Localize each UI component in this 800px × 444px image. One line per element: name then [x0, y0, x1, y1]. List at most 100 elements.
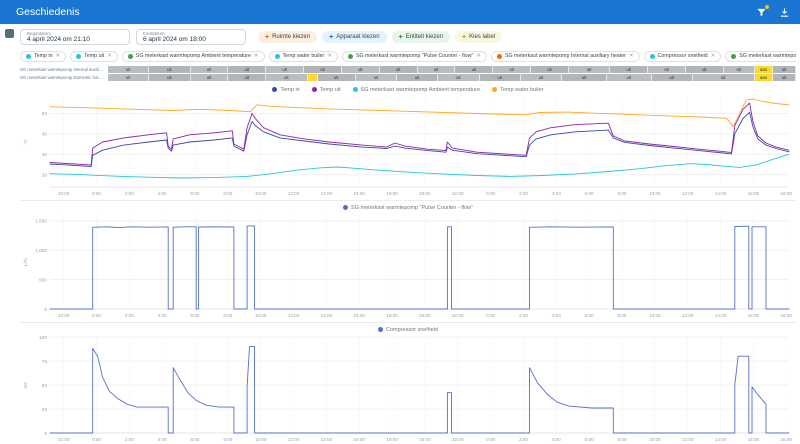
- start-date-field[interactable]: Begindatum 4 april 2024 om 21:10: [20, 29, 130, 45]
- entity-chip[interactable]: SG meterkast warmtepomp Ambient temperat…: [121, 50, 265, 62]
- timeline-state-label: uit: [320, 67, 325, 72]
- entity-icon: [347, 53, 353, 59]
- timeline-segment[interactable]: [307, 74, 318, 81]
- timeline-segment[interactable]: uit: [341, 66, 380, 73]
- timeline-segment[interactable]: uit: [773, 66, 796, 73]
- legend-item[interactable]: SG meterkast warmtepomp Ambient temperat…: [352, 87, 480, 93]
- filter-chip[interactable]: + Entiteit kiezen: [391, 31, 451, 43]
- timeline-state-label: uit: [414, 75, 420, 80]
- timeline-segment[interactable]: uit: [479, 74, 521, 81]
- timeline-segment[interactable]: uit: [685, 66, 724, 73]
- timeline-state-label: uit: [509, 67, 514, 72]
- content: Begindatum 4 april 2024 om 21:10 Einddat…: [18, 24, 800, 444]
- timeline-segment[interactable]: uit: [228, 74, 267, 81]
- filter-chip[interactable]: + Kies label: [455, 31, 503, 43]
- end-date-field[interactable]: Einddatum 6 april 2024 om 18:00: [136, 29, 246, 45]
- x-tick-label: 6:00: [585, 437, 594, 442]
- timeline-bar[interactable]: uit uit uit uit uit uit uit uit uit uit uit uit uit u…: [108, 74, 796, 81]
- download-icon[interactable]: [779, 7, 790, 18]
- remove-entity-icon[interactable]: ✕: [56, 53, 61, 59]
- x-tick-label: 18:00: [386, 313, 398, 318]
- timeline-segment[interactable]: uit: [651, 74, 693, 81]
- timeline-segment[interactable]: uit: [455, 66, 494, 73]
- timeline-segment[interactable]: uit: [438, 74, 480, 81]
- timeline-segment[interactable]: uit: [396, 74, 439, 81]
- remove-entity-icon[interactable]: ✕: [476, 53, 481, 59]
- timeline-row: SG meterkast warmtepomp Internal auxilia…: [20, 66, 796, 73]
- timeline-segment[interactable]: aan: [754, 74, 774, 81]
- legend-item[interactable]: Temp uit: [311, 87, 341, 93]
- y-tick-label: 500: [39, 277, 47, 283]
- timeline-segment[interactable]: uit: [417, 66, 456, 73]
- timeline-segment[interactable]: uit: [773, 74, 796, 81]
- legend-item[interactable]: Compressor snelheid: [378, 327, 438, 333]
- timeline-segment[interactable]: uit: [355, 74, 397, 81]
- timeline-bar[interactable]: uit uit uit uit uit uit uit uit uit uit uit uit uit u…: [108, 66, 796, 73]
- entity-chip-row: Temp in ✕ Temp uit ✕ SG meterkast warmtepomp…: [20, 50, 796, 62]
- timeline-segment[interactable]: uit: [531, 66, 569, 73]
- timeline-segment[interactable]: uit: [149, 66, 191, 73]
- timeline-segment[interactable]: uit: [493, 66, 532, 73]
- timeline-segment[interactable]: uit: [520, 74, 563, 81]
- timeline-segment[interactable]: uit: [108, 66, 150, 73]
- remove-entity-icon[interactable]: ✕: [629, 53, 634, 59]
- chart-plot[interactable]: 22:00 0:00 2:00 4:00 6:00 8:00 10:00 12:00 14:00…: [20, 334, 794, 444]
- x-tick-label: 14:00: [321, 437, 333, 442]
- timeline-segment[interactable]: uit: [266, 74, 308, 81]
- remove-entity-icon[interactable]: ✕: [107, 53, 112, 59]
- x-tick-label: 8:00: [223, 313, 232, 318]
- entity-chip[interactable]: SG meterkast warmtepomp "Pulse Counter -…: [341, 50, 487, 62]
- timeline-state-label: uit: [456, 75, 461, 80]
- remove-entity-icon[interactable]: ✕: [254, 53, 259, 59]
- chart-plot[interactable]: 22:00 0:00 2:00 4:00 6:00 8:00 10:00 12:00 14:00…: [20, 94, 794, 198]
- x-tick-label: 22:00: [58, 313, 70, 318]
- timeline-segment[interactable]: uit: [149, 74, 191, 81]
- filter-chip-row: + Ruimte kiezen + Apparaat kiezen + Entiteit …: [258, 31, 503, 43]
- timeline-segment[interactable]: uit: [266, 66, 305, 73]
- entity-chip[interactable]: Temp in ✕: [20, 50, 67, 62]
- legend-item[interactable]: Temp water builer: [492, 87, 544, 93]
- entity-icon: [26, 53, 31, 59]
- app-icon[interactable]: [4, 29, 14, 38]
- entity-chip[interactable]: Temp water builer ✕: [268, 50, 338, 62]
- filter-chip[interactable]: + Ruimte kiezen: [258, 31, 318, 43]
- timeline-segment[interactable]: uit: [610, 66, 649, 73]
- timeline-segment[interactable]: uit: [562, 74, 607, 81]
- timeline-segment[interactable]: uit: [317, 74, 356, 81]
- entity-chip[interactable]: Temp uit ✕: [70, 50, 118, 62]
- x-tick-label: 12:00: [288, 313, 300, 318]
- timeline-segment[interactable]: uit: [304, 66, 342, 73]
- timeline-segment[interactable]: uit: [648, 66, 686, 73]
- x-tick-label: 0:00: [486, 313, 495, 318]
- x-tick-label: 6:00: [585, 191, 594, 196]
- remove-entity-icon[interactable]: ✕: [327, 53, 332, 59]
- x-tick-label: 12:00: [288, 191, 300, 196]
- timeline-segment[interactable]: uit: [568, 66, 611, 73]
- timeline-segment[interactable]: aan: [754, 66, 774, 73]
- entity-chip[interactable]: Compressor snelheid ✕: [643, 50, 722, 62]
- legend-item[interactable]: Temp in: [272, 87, 300, 93]
- timeline-segment[interactable]: uit: [692, 74, 755, 81]
- timeline-state-label: uit: [547, 67, 552, 72]
- y-axis-unit-label: °C: [23, 139, 29, 145]
- entity-chip[interactable]: SG meterkast warmtepomp Domestic hot wat…: [725, 50, 796, 62]
- entity-chip[interactable]: SG meterkast warmtepomp Internal auxilia…: [490, 50, 640, 62]
- y-tick-label: 0: [44, 431, 47, 437]
- timeline-row: SG meterkast warmtepomp Domestic hot wat…: [20, 74, 796, 81]
- y-tick-label: 1,500: [35, 219, 47, 225]
- timeline-segment[interactable]: uit: [379, 66, 418, 73]
- timeline-state-label: uit: [206, 67, 212, 72]
- timeline-segment[interactable]: uit: [723, 66, 755, 73]
- filter-icon[interactable]: [756, 4, 769, 18]
- timeline-segment[interactable]: uit: [190, 66, 229, 73]
- x-tick-label: 14:00: [321, 191, 333, 196]
- filter-chip[interactable]: + Apparaat kiezen: [322, 31, 387, 43]
- remove-entity-icon[interactable]: ✕: [711, 53, 716, 59]
- timeline-segment[interactable]: uit: [606, 74, 652, 81]
- timeline-segment[interactable]: uit: [228, 66, 267, 73]
- chart-plot[interactable]: 22:00 0:00 2:00 4:00 6:00 8:00 10:00 12:00 14:00…: [20, 212, 794, 320]
- x-tick-label: 2:00: [125, 437, 134, 442]
- timeline-segment[interactable]: uit: [108, 74, 150, 81]
- timeline-segment[interactable]: uit: [190, 74, 229, 81]
- legend-item[interactable]: SG meterkast warmtepomp "Pulse Counter -…: [343, 205, 473, 211]
